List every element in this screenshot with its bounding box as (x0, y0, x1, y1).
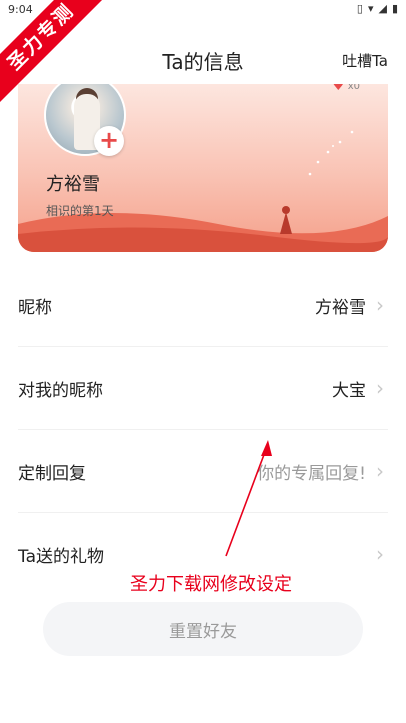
row-my-nickname[interactable]: 对我的昵称 大宝 › (18, 347, 388, 430)
status-icons: ▯ ▾ ◢ ▮ (357, 2, 398, 15)
row-custom-reply[interactable]: 定制回复 你的专属回复! › (18, 430, 388, 513)
row-nickname[interactable]: 昵称 方裕雪 › (18, 264, 388, 347)
row-label: 对我的昵称 (18, 380, 103, 401)
header: Ta的信息 吐槽Ta (0, 42, 406, 78)
watermark-caption: 圣力下载网修改设定 (130, 574, 292, 595)
profile-card: + ♥ x0 方裕雪 相识的第1天 (18, 84, 388, 252)
status-time: 9:04 (8, 3, 33, 16)
row-label: 定制回复 (18, 463, 86, 484)
chevron-right-icon: › (376, 293, 384, 317)
row-label: 昵称 (18, 297, 52, 318)
profile-name: 方裕雪 (46, 174, 100, 195)
row-value: 大宝 (332, 380, 366, 401)
settings-list: 昵称 方裕雪 › 对我的昵称 大宝 › 定制回复 你的专属回复! › Ta送的礼… (0, 264, 406, 595)
heart-icon: ♥ (332, 84, 345, 94)
reset-friend-button[interactable]: 重置好友 (43, 602, 363, 656)
chevron-right-icon: › (376, 542, 384, 566)
signal-icon: ◢ (378, 2, 387, 15)
wifi-icon: ▾ (367, 2, 374, 15)
row-value: 方裕雪 (315, 297, 366, 318)
intimacy-badge: ♥ x0 (332, 84, 360, 94)
chevron-right-icon: › (376, 459, 384, 483)
days-known: 相识的第1天 (46, 204, 114, 218)
row-value: 你的专属回复! (257, 463, 366, 484)
row-label: Ta送的礼物 (18, 546, 104, 567)
vibrate-icon: ▯ (356, 2, 363, 15)
add-icon[interactable]: + (94, 126, 124, 156)
chevron-right-icon: › (376, 376, 384, 400)
battery-icon: ▮ (391, 2, 398, 15)
badge-count: x0 (347, 84, 360, 92)
complain-button[interactable]: 吐槽Ta (342, 50, 388, 71)
